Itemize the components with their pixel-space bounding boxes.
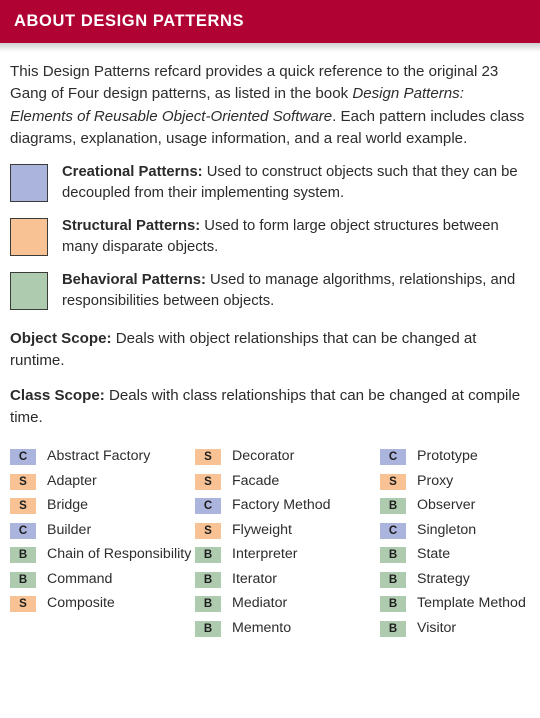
pattern-item[interactable]: S Composite bbox=[10, 594, 195, 613]
pattern-category-badge: B bbox=[380, 571, 406, 588]
intro-paragraph: This Design Patterns refcard provides a … bbox=[0, 52, 540, 151]
pattern-name: State bbox=[417, 546, 451, 563]
scope-row-class: Class Scope: Deals with class relationsh… bbox=[10, 385, 534, 429]
pattern-category-badge: S bbox=[380, 473, 406, 490]
page-header: About Design Patterns bbox=[0, 0, 540, 43]
pattern-category-badge: B bbox=[380, 498, 406, 515]
structural-swatch bbox=[10, 217, 48, 256]
pattern-category-badge: B bbox=[195, 547, 221, 564]
pattern-category-badge: B bbox=[195, 571, 221, 588]
pattern-name: Mediator bbox=[232, 595, 288, 612]
pattern-category-badge: B bbox=[195, 596, 221, 613]
pattern-category-legend: Creational Patterns: Used to construct o… bbox=[0, 151, 540, 312]
pattern-category-badge: S bbox=[10, 473, 36, 490]
pattern-item[interactable]: B Visitor bbox=[380, 619, 540, 638]
pattern-item[interactable]: B Observer bbox=[380, 496, 540, 515]
pattern-item[interactable]: S Adapter bbox=[10, 472, 195, 491]
creational-swatch bbox=[10, 163, 48, 202]
pattern-name: Template Method bbox=[417, 595, 526, 612]
scope-definitions: Object Scope: Deals with object relation… bbox=[0, 324, 540, 430]
pattern-category-badge: C bbox=[10, 522, 36, 539]
pattern-item[interactable]: B Memento bbox=[195, 619, 380, 638]
pattern-category-badge: C bbox=[380, 449, 406, 466]
pattern-category-badge: C bbox=[10, 449, 36, 466]
header-shadow bbox=[0, 43, 540, 52]
pattern-item[interactable]: S Bridge bbox=[10, 496, 195, 515]
legend-label-creational: Creational Patterns: bbox=[62, 163, 203, 180]
pattern-name: Composite bbox=[47, 595, 115, 612]
pattern-item[interactable]: C Factory Method bbox=[195, 496, 380, 515]
pattern-category-badge: S bbox=[195, 522, 221, 539]
scope-label-object: Object Scope: bbox=[10, 329, 112, 347]
scope-label-class: Class Scope: bbox=[10, 387, 105, 405]
pattern-name: Singleton bbox=[417, 521, 477, 538]
pattern-item[interactable]: C Prototype bbox=[380, 447, 540, 466]
pattern-name: Observer bbox=[417, 497, 476, 514]
pattern-column-2: S Decorator S Facade C Factory Method S Flyweig… bbox=[195, 447, 380, 643]
behavioral-swatch bbox=[10, 271, 48, 310]
pattern-item[interactable]: B Command bbox=[10, 570, 195, 589]
pattern-category-badge: S bbox=[195, 473, 221, 490]
pattern-category-badge: B bbox=[380, 547, 406, 564]
legend-row-behavioral: Behavioral Patterns: Used to manage algo… bbox=[10, 270, 532, 312]
pattern-category-badge: B bbox=[195, 620, 221, 637]
legend-row-structural: Structural Patterns: Used to form large … bbox=[10, 216, 532, 258]
pattern-name: Visitor bbox=[417, 619, 457, 636]
pattern-item[interactable]: B Mediator bbox=[195, 594, 380, 613]
pattern-item[interactable]: S Facade bbox=[195, 472, 380, 491]
pattern-item[interactable]: B Template Method bbox=[380, 594, 540, 613]
pattern-category-badge: C bbox=[195, 498, 221, 515]
pattern-name: Prototype bbox=[417, 448, 478, 465]
pattern-name: Command bbox=[47, 570, 113, 587]
legend-label-behavioral: Behavioral Patterns: bbox=[62, 271, 206, 288]
pattern-category-badge: B bbox=[380, 620, 406, 637]
pattern-item[interactable]: S Proxy bbox=[380, 472, 540, 491]
legend-text-behavioral: Behavioral Patterns: Used to manage algo… bbox=[62, 270, 532, 312]
pattern-category-badge: S bbox=[195, 449, 221, 466]
pattern-name: Bridge bbox=[47, 497, 89, 514]
pattern-index: C Abstract Factory S Adapter S Bridge C Builder… bbox=[0, 442, 540, 643]
pattern-item[interactable]: B Chain of Responsibility bbox=[10, 545, 195, 564]
pattern-name: Facade bbox=[232, 472, 280, 489]
pattern-category-badge: B bbox=[380, 596, 406, 613]
pattern-name: Memento bbox=[232, 619, 292, 636]
pattern-name: Flyweight bbox=[232, 521, 292, 538]
page-title: About Design Patterns bbox=[14, 12, 245, 30]
pattern-item[interactable]: C Abstract Factory bbox=[10, 447, 195, 466]
pattern-item[interactable]: B Strategy bbox=[380, 570, 540, 589]
legend-text-creational: Creational Patterns: Used to construct o… bbox=[62, 162, 532, 204]
pattern-name: Adapter bbox=[47, 472, 97, 489]
legend-text-structural: Structural Patterns: Used to form large … bbox=[62, 216, 532, 258]
pattern-item[interactable]: B Iterator bbox=[195, 570, 380, 589]
pattern-item[interactable]: B State bbox=[380, 545, 540, 564]
pattern-name: Strategy bbox=[417, 570, 470, 587]
pattern-item[interactable]: C Singleton bbox=[380, 521, 540, 540]
pattern-name: Factory Method bbox=[232, 497, 331, 514]
pattern-name: Chain of Responsibility bbox=[47, 546, 192, 563]
pattern-name: Builder bbox=[47, 521, 92, 538]
pattern-name: Decorator bbox=[232, 448, 295, 465]
pattern-name: Iterator bbox=[232, 570, 277, 587]
pattern-category-badge: S bbox=[10, 498, 36, 515]
pattern-category-badge: B bbox=[10, 547, 36, 564]
pattern-name: Interpreter bbox=[232, 546, 298, 563]
legend-row-creational: Creational Patterns: Used to construct o… bbox=[10, 162, 532, 204]
pattern-item[interactable]: C Builder bbox=[10, 521, 195, 540]
pattern-column-1: C Abstract Factory S Adapter S Bridge C Builder… bbox=[10, 447, 195, 643]
pattern-name: Proxy bbox=[417, 472, 454, 489]
scope-row-object: Object Scope: Deals with object relation… bbox=[10, 328, 534, 372]
legend-label-structural: Structural Patterns: bbox=[62, 217, 201, 234]
pattern-item[interactable]: S Flyweight bbox=[195, 521, 380, 540]
pattern-category-badge: C bbox=[380, 522, 406, 539]
pattern-item[interactable]: B Interpreter bbox=[195, 545, 380, 564]
pattern-column-3: C Prototype S Proxy B Observer C Singleton B Stat… bbox=[380, 447, 540, 643]
pattern-name: Abstract Factory bbox=[47, 448, 151, 465]
pattern-category-badge: S bbox=[10, 596, 36, 613]
pattern-category-badge: B bbox=[10, 571, 36, 588]
pattern-item[interactable]: S Decorator bbox=[195, 447, 380, 466]
